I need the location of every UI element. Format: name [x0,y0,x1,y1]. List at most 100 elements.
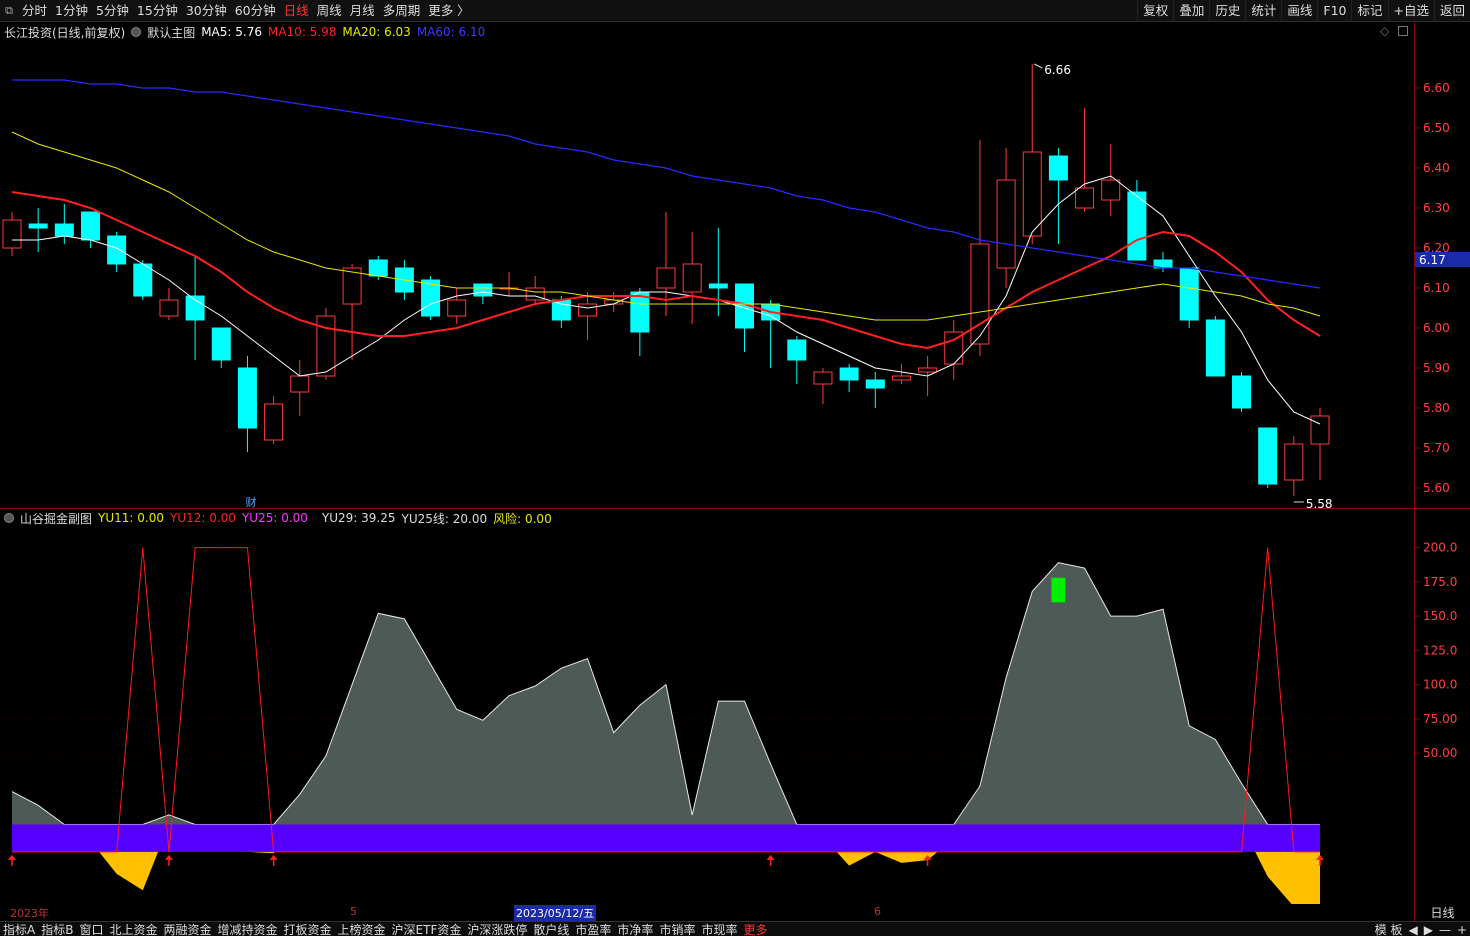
period-tab[interactable]: 更多 〉 [424,0,473,22]
candle-body [1048,155,1068,181]
candle-body [1284,443,1304,481]
candle [578,292,598,340]
sub-indicator-name[interactable]: 山谷掘金副图 [20,510,92,527]
candle [1153,252,1173,272]
indicator-tab[interactable]: 窗口 [76,922,106,936]
panel-settings-icon[interactable] [1398,26,1408,36]
period-tab[interactable]: 1分钟 [51,0,92,22]
price-tick-label: 6.00 [1423,321,1450,335]
candle-body [1205,319,1225,377]
candle-body [891,375,911,381]
candle [1101,144,1121,216]
bottom-control[interactable]: ◀ [1405,923,1420,936]
price-tick-label: 5.80 [1423,401,1450,415]
bottom-control[interactable]: + [1454,923,1470,936]
indicator-band [12,824,1320,852]
price-tick-label: 5.60 [1423,481,1450,495]
indicator-tab[interactable]: 指标B [38,922,76,936]
yu29-value: YU29: 39.25 [321,511,396,525]
period-button[interactable]: 日线 [1414,904,1470,921]
bottom-control[interactable]: ▶ [1421,923,1436,936]
yu11-value: YU11: 0.00 [98,511,164,525]
period-tab[interactable]: 30分钟 [182,0,231,22]
indicator-tab[interactable]: 市盈率 [572,922,614,936]
toolbar-button[interactable]: +自选 [1387,0,1434,22]
diamond-icon[interactable]: ◇ [1380,24,1389,38]
toolbar-button[interactable]: 叠加 [1173,0,1209,22]
period-tab[interactable]: 月线 [346,0,379,22]
candle [891,364,911,384]
candle [290,360,310,416]
candle [54,204,74,244]
indicator-tab[interactable]: 北上资金 [106,922,160,936]
ma10-value: MA10: 5.98 [267,25,337,39]
indicator-tab[interactable]: 散户线 [530,922,572,936]
indicator-tick-label: 200.0 [1423,541,1457,555]
period-tab[interactable]: 分时 [18,0,51,22]
bottom-controls: 模 板 ◀ ▶ — + [1372,922,1470,936]
indicator-tab[interactable]: 市销率 [656,922,698,936]
indicator-tab[interactable]: 两融资金 [160,922,214,936]
finance-marker: 财 [245,495,256,508]
period-tab[interactable]: 5分钟 [92,0,133,22]
candle-body [682,263,702,293]
candle [996,148,1016,288]
candle-body [1232,375,1252,409]
indicator-area [12,562,1320,825]
candle-body [1310,415,1330,445]
candle-body [630,291,650,333]
main-template-name[interactable]: 默认主图 [147,24,195,41]
stock-title[interactable]: 长江投资(日线,前复权) [4,24,125,41]
candle-body [54,223,74,237]
ma5-value: MA5: 5.76 [201,25,262,39]
period-tab[interactable]: 15分钟 [133,0,182,22]
candle-body [473,283,493,297]
candle [185,256,205,360]
bottom-control[interactable]: — [1436,923,1454,936]
template-toggle-icon[interactable] [131,27,142,37]
candlestick-chart[interactable]: 6.66 5.58 财 [0,40,1414,508]
candle-body [107,235,127,265]
indicator-tab[interactable]: 市现率 [698,922,740,936]
indicator-tabs: 指标A 指标B 窗口 北上资金 两融资金 增减持资金 打板资金 上榜资金 沪深ETF资金 沪深涨跌… [0,921,1470,936]
toolbar-button[interactable]: 画线 [1281,0,1317,22]
buy-arrow-head [766,854,775,860]
indicator-tab[interactable]: 沪深涨跌停 [464,922,530,936]
toolbar-button[interactable]: 返回 [1433,0,1470,22]
toolbar-button[interactable]: 复权 [1137,0,1173,22]
candle [787,336,807,384]
indicator-tab[interactable]: 增减持资金 [215,922,281,936]
period-tab[interactable]: 日线 [280,0,313,22]
period-tab[interactable]: 周线 [313,0,346,22]
bottom-control[interactable]: 模 板 [1372,922,1406,936]
buy-arrow-icon [8,854,16,866]
candle-body [708,283,728,289]
toolbar-button[interactable]: F10 [1317,0,1351,22]
candle-body [578,303,598,317]
indicator-tab[interactable]: 更多 [740,922,770,936]
indicator-tab[interactable]: 市净率 [614,922,656,936]
price-tick-label: 5.70 [1423,441,1450,455]
indicator-axis: 200.0 175.0 150.0 125.0 100.0 75.00 50.00 [1414,509,1457,904]
candle-body [447,299,467,317]
candle [80,211,100,248]
window-menu-icon[interactable]: ⧉ [0,0,18,22]
indicator-tab[interactable]: 打板资金 [281,922,335,936]
candle-body [159,299,179,317]
toolbar-button[interactable]: 标记 [1351,0,1387,22]
buy-arrow-head [8,854,16,860]
valley-indicator-chart[interactable] [0,527,1414,904]
sub-chart-legend: 山谷掘金副图 YU11: 0.00 YU12: 0.00 YU25: 0.00 … [4,509,552,527]
indicator-tab[interactable]: 上榜资金 [335,922,389,936]
toolbar-button[interactable]: 统计 [1245,0,1281,22]
period-tab[interactable]: 多周期 [379,0,425,22]
indicator-tab[interactable]: 指标A [0,922,38,936]
sub-template-toggle-icon[interactable] [4,513,14,523]
candle-body [1022,151,1042,237]
toolbar-button[interactable]: 历史 [1209,0,1245,22]
indicator-tick-label: 175.0 [1423,575,1457,589]
period-tab[interactable]: 60分钟 [231,0,280,22]
indicator-tab[interactable]: 沪深ETF资金 [389,922,465,936]
price-tick-label: 5.90 [1423,361,1450,375]
candle-body [80,211,100,241]
